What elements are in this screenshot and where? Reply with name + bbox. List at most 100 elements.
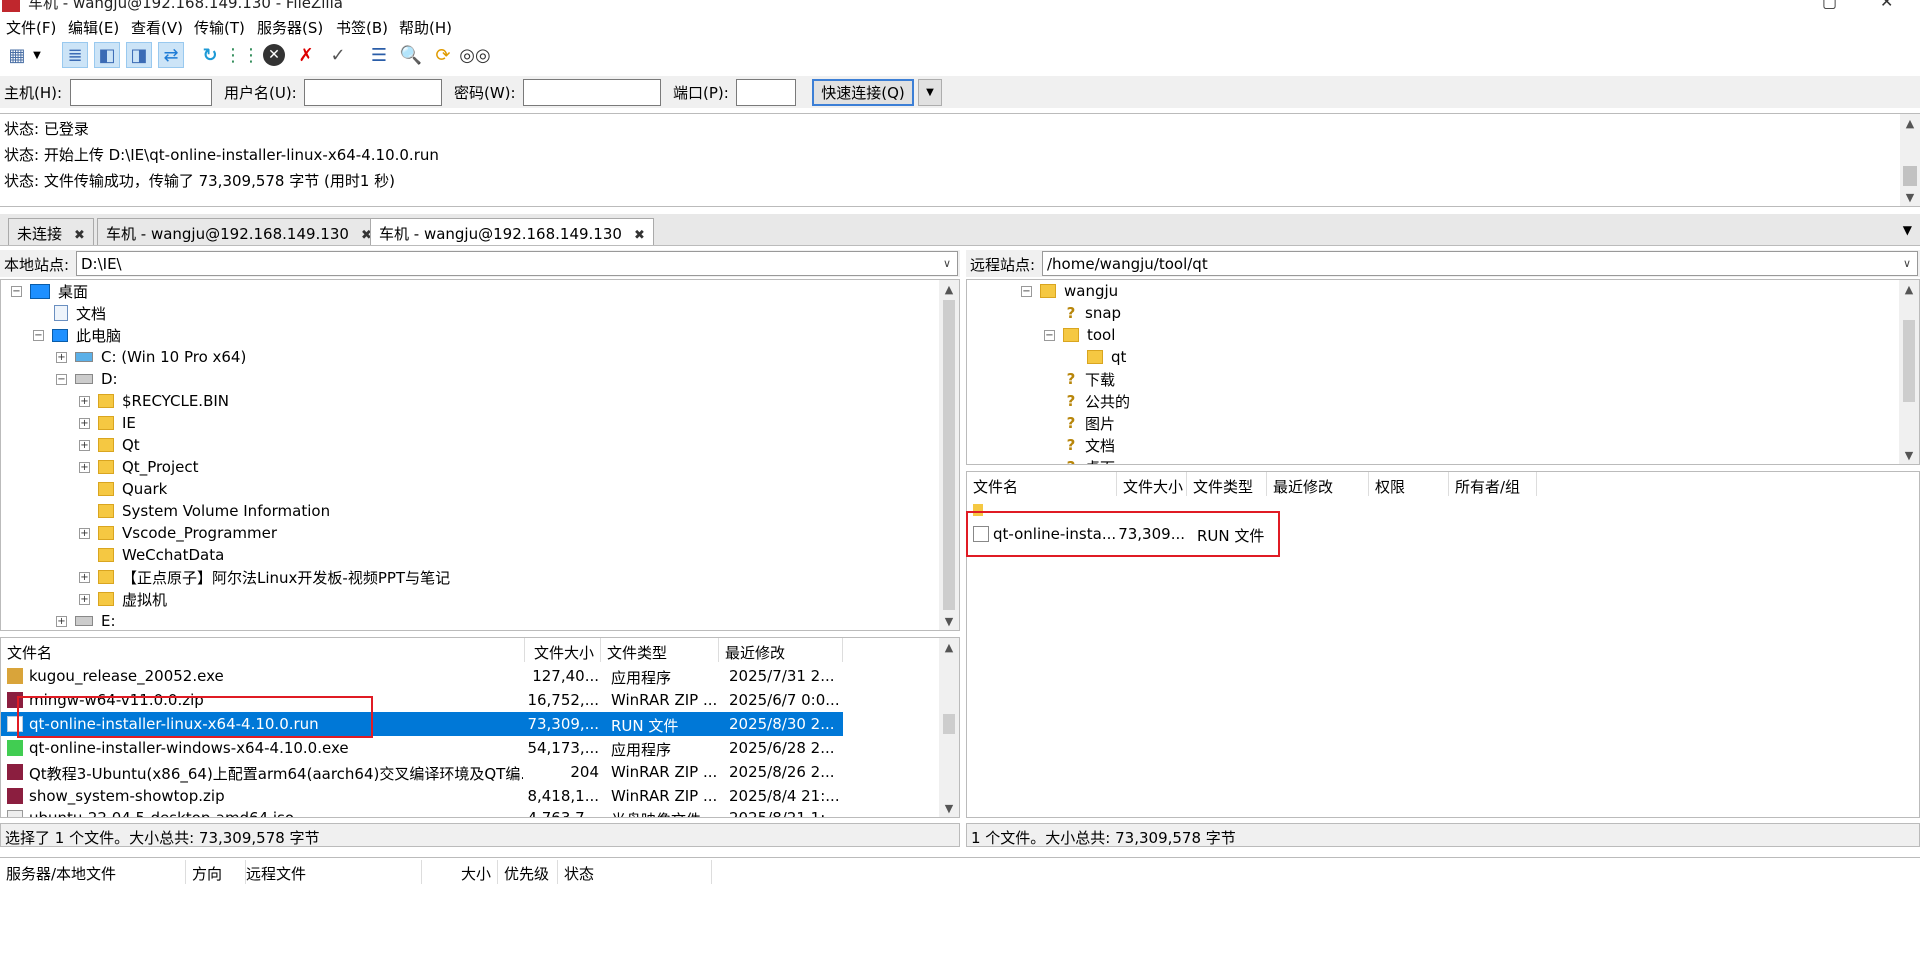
expand-icon[interactable]: + [79, 593, 90, 605]
tree-item-this-pc[interactable]: − 此电脑 [33, 324, 121, 346]
process-queue-icon[interactable]: ⋮⋮ [224, 42, 260, 68]
remote-tree-icon[interactable]: ◨ [126, 42, 152, 68]
expand-icon[interactable]: + [79, 417, 90, 429]
cancel-icon[interactable]: ✕ [261, 42, 287, 68]
expand-icon[interactable]: + [79, 395, 90, 407]
expand-icon[interactable]: + [56, 351, 67, 363]
scroll-down-icon[interactable]: ▼ [939, 799, 959, 817]
tree-item-folder[interactable]: + 【正点原子】阿尔法Linux开发板-视频PPT与笔记 [79, 566, 450, 588]
reconnect-icon[interactable]: ✓ [325, 42, 351, 68]
quickconnect-button[interactable]: 快速连接(Q) [812, 79, 914, 106]
tree-item-wangju[interactable]: − wangju [1021, 280, 1118, 302]
tree-item-unknown[interactable]: ? 桌面 [1063, 456, 1115, 464]
log-scrollbar[interactable]: ▲ ▼ [1900, 114, 1920, 206]
scroll-up-icon[interactable]: ▲ [1899, 280, 1919, 298]
search-icon[interactable]: ◎◎ [459, 42, 490, 68]
quickconnect-dropdown-icon[interactable]: ▼ [918, 79, 942, 106]
directory-compare-icon[interactable]: ☰ [366, 42, 392, 68]
menu-bookmarks[interactable]: 书签(B) [336, 17, 388, 38]
tree-item-unknown[interactable]: ? 公共的 [1063, 390, 1130, 412]
menu-server[interactable]: 服务器(S) [257, 17, 323, 38]
table-row[interactable]: qt-online-installer-linux-x64-4.10.0.run… [1, 712, 843, 736]
expand-icon[interactable]: + [79, 439, 90, 451]
chevron-down-icon[interactable]: ∨ [1903, 257, 1911, 270]
tree-item-drive-d[interactable]: − D: [56, 368, 118, 390]
local-list-scrollbar[interactable]: ▲ ▼ [939, 638, 959, 817]
scroll-up-icon[interactable]: ▲ [1900, 114, 1920, 132]
close-icon[interactable]: ✕ [1880, 0, 1893, 11]
scroll-down-icon[interactable]: ▼ [1900, 188, 1920, 206]
remote-path-input[interactable]: /home/wangju/tool/qt ∨ [1042, 251, 1918, 276]
table-row[interactable]: kugou_release_20052.exe 127,40... 应用程序 2… [1, 664, 843, 688]
tree-item-qt[interactable]: qt [1087, 346, 1126, 368]
tab-session-2[interactable]: 车机 - wangju@192.168.149.130 ✖ [370, 218, 654, 245]
scroll-down-icon[interactable]: ▼ [1899, 446, 1919, 464]
local-tree-icon[interactable]: ◧ [94, 42, 120, 68]
menu-view[interactable]: 查看(V) [131, 17, 183, 38]
tree-item-unknown[interactable]: ? 文档 [1063, 434, 1115, 456]
tree-item-folder[interactable]: + Vscode_Programmer [79, 522, 277, 544]
password-input[interactable] [523, 79, 661, 106]
tree-item-folder[interactable]: + Qt_Project [79, 456, 199, 478]
menu-help[interactable]: 帮助(H) [399, 17, 452, 38]
transfer-queue-icon[interactable]: ⇄ [158, 42, 184, 68]
port-input[interactable] [736, 79, 796, 106]
tree-item-unknown[interactable]: ? snap [1063, 302, 1121, 324]
expand-icon[interactable]: + [79, 527, 90, 539]
column-header-priority[interactable]: 优先级 [498, 860, 558, 884]
username-input[interactable] [304, 79, 442, 106]
scroll-down-icon[interactable]: ▼ [939, 612, 959, 630]
table-row[interactable]: qt-online-installer-windows-x64-4.10.0.e… [1, 736, 843, 760]
scroll-thumb[interactable] [943, 714, 955, 734]
collapse-icon[interactable]: − [56, 373, 67, 385]
host-input[interactable] [70, 79, 212, 106]
scroll-up-icon[interactable]: ▲ [939, 280, 959, 298]
collapse-icon[interactable]: − [1021, 285, 1032, 297]
close-tab-icon[interactable]: ✖ [74, 228, 85, 243]
tree-item-folder[interactable]: System Volume Information [98, 500, 330, 522]
tab-disconnected[interactable]: 未连接 ✖ [8, 218, 94, 245]
menu-edit[interactable]: 编辑(E) [68, 17, 119, 38]
maximize-icon[interactable]: ▢ [1822, 0, 1837, 11]
collapse-icon[interactable]: − [33, 329, 44, 341]
scroll-up-icon[interactable]: ▲ [939, 638, 959, 656]
column-header-permissions[interactable]: 权限 [1369, 472, 1449, 496]
tree-item-folder[interactable]: + Qt [79, 434, 140, 456]
collapse-icon[interactable]: − [11, 285, 22, 297]
table-row[interactable]: mingw-w64-v11.0.0.zip 16,752,... WinRAR … [1, 688, 843, 712]
message-log-icon[interactable]: ≣ [62, 42, 88, 68]
column-header-direction[interactable]: 方向 [186, 860, 246, 884]
refresh-icon[interactable]: ↻ [197, 42, 223, 68]
local-path-input[interactable]: D:\IE\ ∨ [76, 251, 958, 276]
chevron-down-icon[interactable]: ∨ [943, 257, 951, 270]
tree-item-folder[interactable]: Quark [98, 478, 167, 500]
column-header-size[interactable]: 文件大小 [1117, 472, 1187, 496]
column-header-modified[interactable]: 最近修改 [719, 638, 843, 662]
tree-item-folder[interactable]: + 虚拟机 [79, 588, 167, 610]
tree-item-documents[interactable]: 文档 [54, 302, 106, 324]
column-header-owner[interactable]: 所有者/组 [1449, 472, 1537, 496]
table-row[interactable]: ubuntu-22.04.5-desktop-amd64.iso 4,763,7… [1, 806, 843, 817]
remote-tree-scrollbar[interactable]: ▲ ▼ [1899, 280, 1919, 464]
column-header-remote-file[interactable]: 远程文件 [240, 860, 422, 884]
sync-browse-icon[interactable]: ⟳ [430, 42, 456, 68]
column-header-type[interactable]: 文件类型 [1187, 472, 1267, 496]
tree-item-unknown[interactable]: ? 图片 [1063, 412, 1115, 434]
menu-transfer[interactable]: 传输(T) [194, 17, 245, 38]
column-header-size[interactable]: 文件大小 [525, 638, 601, 662]
table-row-parent[interactable]: .. [967, 498, 1537, 522]
local-tree-scrollbar[interactable]: ▲ ▼ [939, 280, 959, 630]
table-row[interactable]: Qt教程3-Ubuntu(x86_64)上配置arm64(aarch64)交叉编… [1, 760, 843, 784]
filter-icon[interactable]: 🔍 [398, 42, 424, 68]
expand-icon[interactable]: + [79, 461, 90, 473]
scroll-thumb[interactable] [943, 300, 955, 610]
column-header-status[interactable]: 状态 [558, 860, 712, 884]
tree-item-desktop[interactable]: − 桌面 [11, 280, 88, 302]
table-row[interactable]: show_system-showtop.zip 8,418,1... WinRA… [1, 784, 843, 808]
tab-list-icon[interactable]: ▼ [1903, 223, 1912, 237]
column-header-type[interactable]: 文件类型 [601, 638, 719, 662]
dropdown-icon[interactable]: ▼ [30, 42, 44, 68]
column-header-server-local-file[interactable]: 服务器/本地文件 [0, 860, 186, 884]
expand-icon[interactable]: + [79, 571, 90, 583]
column-header-modified[interactable]: 最近修改 [1267, 472, 1369, 496]
